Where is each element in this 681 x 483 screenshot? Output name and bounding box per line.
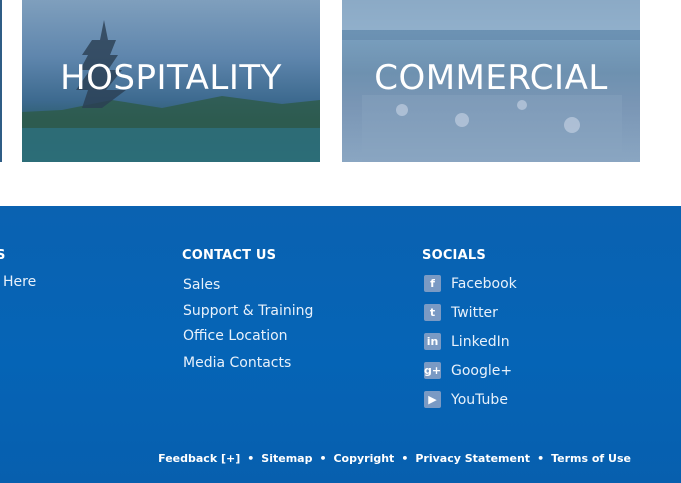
social-item-linkedin[interactable]: in LinkedIn — [424, 333, 510, 350]
linkedin-icon: in — [424, 333, 441, 350]
socials-heading: SOCIALS — [422, 248, 486, 263]
commercial-title: COMMERCIAL — [374, 58, 608, 98]
footer-column-partial-heading: S — [0, 248, 6, 263]
contact-link-media-contacts[interactable]: Media Contacts — [183, 355, 291, 371]
separator-dot: • — [401, 452, 409, 465]
commercial-tile[interactable]: COMMERCIAL — [342, 0, 640, 162]
social-link-facebook[interactable]: Facebook — [451, 276, 517, 292]
footer-legal-bar: Feedback [+] • Sitemap • Copyright • Privacy S… — [158, 452, 631, 465]
separator-dot: • — [319, 452, 327, 465]
copyright-link[interactable]: Copyright — [333, 452, 394, 465]
contact-link-support-training[interactable]: Support & Training — [183, 303, 313, 319]
contact-link-sales[interactable]: Sales — [183, 277, 220, 293]
contact-us-heading: CONTACT US — [182, 248, 277, 263]
terms-of-use-link[interactable]: Terms of Use — [551, 452, 631, 465]
social-link-linkedin[interactable]: LinkedIn — [451, 334, 510, 350]
footer-socials-column: SOCIALS f Facebook t Twitter in LinkedIn… — [422, 248, 517, 408]
footer-contact-column: CONTACT US Sales Support & Training Offi… — [182, 248, 313, 371]
social-link-twitter[interactable]: Twitter — [451, 305, 498, 321]
hospitality-tile[interactable]: HOSPITALITY — [22, 0, 320, 162]
sitemap-link[interactable]: Sitemap — [261, 452, 312, 465]
youtube-icon: ▶ — [424, 391, 441, 408]
separator-dot: • — [537, 452, 545, 465]
hospitality-title: HOSPITALITY — [60, 58, 282, 98]
site-footer: S Here CONTACT US Sales Support & Traini… — [0, 206, 681, 483]
privacy-statement-link[interactable]: Privacy Statement — [415, 452, 530, 465]
social-link-youtube[interactable]: YouTube — [451, 392, 508, 408]
social-item-facebook[interactable]: f Facebook — [424, 275, 517, 292]
google-plus-icon: g+ — [423, 362, 442, 379]
contact-link-office-location[interactable]: Office Location — [183, 328, 288, 344]
partial-tile-edge[interactable] — [0, 0, 2, 162]
social-item-twitter[interactable]: t Twitter — [424, 304, 498, 321]
facebook-icon: f — [424, 275, 441, 292]
twitter-icon: t — [424, 304, 441, 321]
feedback-link[interactable]: Feedback [+] — [158, 452, 240, 465]
separator-dot: • — [247, 452, 255, 465]
social-link-google-plus[interactable]: Google+ — [451, 363, 512, 379]
footer-link-here[interactable]: Here — [3, 274, 36, 290]
social-item-google-plus[interactable]: g+ Google+ — [424, 362, 512, 379]
industry-tiles-section: HOSPITALITY COMMERCIAL — [0, 0, 681, 206]
social-item-youtube[interactable]: ▶ YouTube — [424, 391, 508, 408]
footer-column-partial: S Here — [0, 248, 36, 290]
